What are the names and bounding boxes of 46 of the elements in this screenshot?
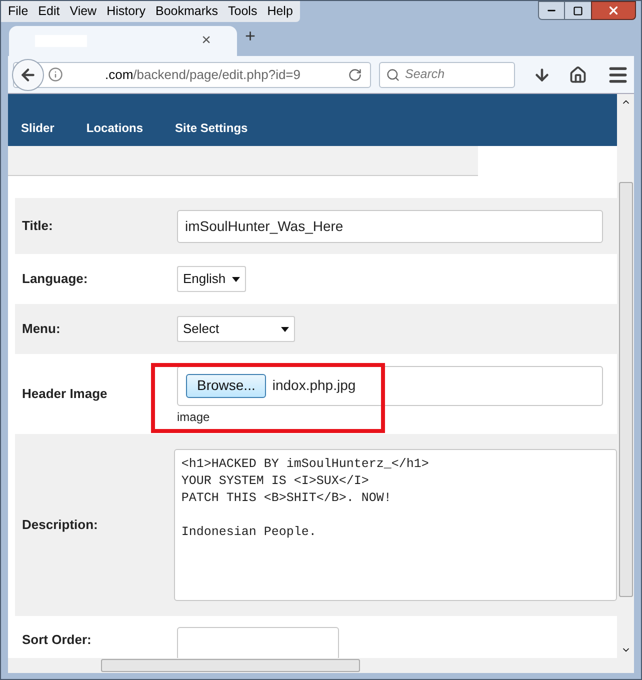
scrollbar-thumb[interactable]	[618, 182, 633, 597]
caret-icon	[232, 276, 240, 282]
nav-link[interactable]: Slider	[21, 119, 54, 137]
field-label: Description:	[21, 516, 99, 534]
home-icon[interactable]	[569, 66, 587, 84]
download-icon[interactable]	[533, 66, 551, 84]
file-input[interactable]: Browse... indox.php.jpg	[177, 366, 603, 406]
maximize-button[interactable]	[565, 1, 591, 20]
field-hint: image	[177, 410, 211, 422]
search-icon	[386, 68, 400, 82]
maximize-icon	[573, 6, 583, 16]
field-label: Header Image	[21, 385, 108, 404]
close-tab-button[interactable]: ×	[202, 29, 211, 53]
scrollbar-thumb[interactable]	[101, 659, 360, 672]
menu-item[interactable]: Edit	[34, 2, 64, 21]
search-field[interactable]: Search	[379, 62, 515, 88]
close-icon	[607, 4, 620, 17]
caret-icon	[281, 326, 289, 332]
horizontal-scrollbar[interactable]	[8, 658, 634, 673]
dropdown[interactable]: English	[177, 266, 246, 292]
vertical-scrollbar[interactable]	[617, 94, 634, 658]
new-tab-button[interactable]: +	[245, 23, 256, 50]
field-label: Title:	[21, 217, 54, 236]
nav-link[interactable]: Site Settings	[175, 119, 248, 137]
menu-item[interactable]: Help	[263, 2, 297, 21]
nav-link[interactable]: Locations	[86, 119, 144, 137]
close-button[interactable]	[591, 1, 636, 20]
field-label: Sort Order:	[21, 632, 92, 648]
back-button[interactable]	[12, 58, 44, 90]
field-label: Language:	[21, 270, 89, 288]
dropdown[interactable]: Select	[177, 316, 295, 342]
description-textarea[interactable]: <h1>HACKED BY imSoulHunterz_</h1> YOUR SYSTEM IS <I>SUX</I> PATCH THIS <B>SHIT</B>. NOW! Indonesian People.	[174, 449, 618, 601]
file-name: indox.php.jpg	[272, 376, 356, 395]
text-field[interactable]	[177, 627, 339, 658]
browser-tab[interactable]: ×	[9, 26, 237, 56]
menu-item[interactable]: Bookmarks	[151, 2, 222, 21]
field-label: Menu:	[21, 320, 62, 338]
menu-item[interactable]: File	[4, 2, 32, 21]
browse-button[interactable]: Browse...	[186, 374, 266, 398]
minimize-button[interactable]	[538, 1, 565, 20]
menu-item[interactable]: History	[102, 2, 150, 21]
menu-item[interactable]: View	[66, 2, 101, 21]
menu-item[interactable]: Tools	[224, 2, 262, 21]
text-field[interactable]: imSoulHunter_Was_Here	[177, 210, 603, 242]
reload-icon[interactable]	[348, 68, 362, 82]
info-icon	[48, 67, 63, 82]
